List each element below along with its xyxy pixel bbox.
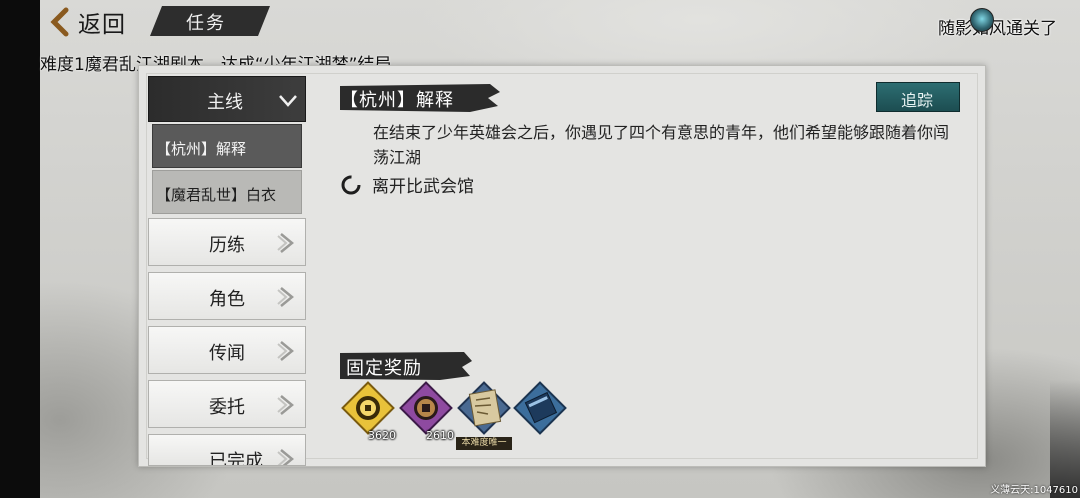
category-main-expanded[interactable]: 主线 — [148, 76, 306, 122]
category-completed[interactable]: 已完成 — [148, 434, 306, 466]
reward-copper-coin[interactable]: 2610 — [398, 380, 454, 442]
back-label: 返回 — [78, 12, 126, 38]
reward-count: 2610 — [426, 429, 454, 442]
reward-gold-coin[interactable]: 3620 — [340, 380, 396, 442]
quest-item[interactable]: 【魔君乱世】白衣 — [152, 170, 302, 214]
server-info: 义薄云天:1047610 — [990, 485, 1078, 496]
gold-coin-icon — [341, 381, 395, 435]
category-label: 角色 — [209, 289, 245, 310]
category-commission[interactable]: 委托 — [148, 380, 306, 428]
chevron-right-icon — [277, 341, 294, 361]
back-button[interactable]: 返回 — [48, 4, 126, 40]
chevron-left-icon — [50, 7, 69, 37]
category-main-label: 主线 — [207, 92, 243, 113]
book-icon — [513, 381, 567, 435]
copper-coin-icon — [399, 381, 453, 435]
category-label: 已完成 — [209, 451, 263, 466]
reward-count: 3620 — [368, 429, 396, 442]
quest-item-label: 【杭州】解释 — [156, 140, 247, 158]
page-title: 任务 — [186, 13, 226, 34]
reward-scroll-map[interactable] — [456, 380, 512, 436]
quest-title: 【杭州】解释 — [340, 90, 454, 111]
track-button[interactable]: 追踪 — [876, 82, 960, 112]
chevron-down-icon — [279, 95, 297, 107]
scroll-map-icon — [457, 381, 511, 435]
category-rumor[interactable]: 传闻 — [148, 326, 306, 374]
chevron-right-icon — [277, 233, 294, 253]
reward-title: 固定奖励 — [346, 358, 422, 379]
player-avatar-icon — [970, 8, 994, 32]
category-experience[interactable]: 历练 — [148, 218, 306, 266]
quest-item-selected[interactable]: 【杭州】解释 — [152, 124, 302, 168]
chevron-right-icon — [277, 287, 294, 307]
category-character[interactable]: 角色 — [148, 272, 306, 320]
category-label: 传闻 — [209, 343, 245, 364]
broadcast-message: 随影如风通关了 — [938, 19, 1057, 39]
page-title-tab: 任务 — [150, 6, 270, 36]
chevron-right-icon — [277, 449, 294, 465]
unique-reward-tag: 本难度唯一 — [456, 437, 512, 450]
quest-description: 在结束了少年英雄会之后，你遇见了四个有意思的青年，他们希望能够跟随着你闯荡江湖 — [373, 123, 950, 167]
quest-item-label: 【魔君乱世】白衣 — [156, 186, 277, 204]
in-progress-icon — [341, 175, 361, 194]
task-label: 离开比武会馆 — [372, 177, 474, 197]
left-edge — [0, 0, 40, 498]
category-label: 历练 — [209, 235, 245, 256]
track-button-label: 追踪 — [901, 91, 934, 110]
category-label: 委托 — [209, 397, 245, 418]
chevron-right-icon — [277, 395, 294, 415]
reward-book[interactable] — [512, 380, 568, 436]
task-objective: 离开比武会馆 — [340, 172, 474, 197]
